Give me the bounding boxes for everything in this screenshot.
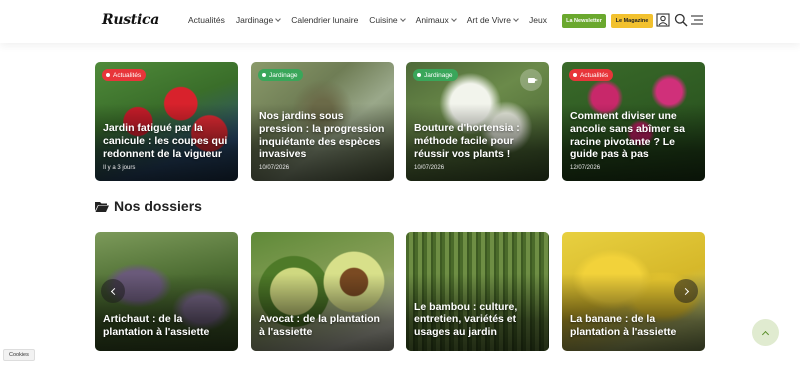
article-title[interactable]: Comment diviser une ancolie sans abîmer …	[570, 110, 699, 161]
dossier-title[interactable]: Artichaut : de la plantation à l'assiett…	[103, 313, 232, 339]
dossier-title[interactable]: Le bambou : culture, entretien, variétés…	[414, 301, 543, 339]
category-badge[interactable]: Jardinage	[413, 69, 458, 81]
nav-item-jardinage[interactable]: Jardinage	[236, 15, 282, 25]
newsletter-button[interactable]: La Newsletter	[562, 14, 606, 28]
section-title-dossiers: Nos dossiers	[95, 198, 202, 214]
article-title[interactable]: Nos jardins sous pression : la progressi…	[259, 110, 388, 161]
nav-item-art-de-vivre[interactable]: Art de Vivre	[467, 15, 519, 25]
nav-item-cuisine[interactable]: Cuisine	[369, 15, 406, 25]
article-title[interactable]: Bouture d'hortensia : méthode facile pou…	[414, 122, 543, 160]
chevron-down-icon	[399, 16, 406, 22]
dossier-card[interactable]: Le bambou : culture, entretien, variétés…	[406, 232, 549, 351]
article-date: 10/07/2026	[259, 165, 290, 171]
menu-icon[interactable]	[690, 13, 704, 27]
article-card[interactable]: Actualités Comment diviser une ancolie s…	[562, 62, 705, 181]
video-camera-icon	[520, 69, 542, 91]
dossier-title[interactable]: Avocat : de la plantation à l'assiette	[259, 313, 388, 339]
dossier-title[interactable]: La banane : de la plantation à l'assiett…	[570, 313, 699, 339]
main-nav: Actualités Jardinage Calendrier lunaire …	[188, 15, 558, 25]
category-badge[interactable]: Actualités	[102, 69, 147, 81]
nav-item-animaux[interactable]: Animaux	[416, 15, 457, 25]
article-date: Il y a 3 jours	[103, 165, 136, 171]
chevron-right-icon	[681, 287, 689, 295]
article-card[interactable]: Jardinage Bouture d'hortensia : méthode …	[406, 62, 549, 181]
dossier-card[interactable]: Avocat : de la plantation à l'assiette	[251, 232, 394, 351]
chevron-down-icon	[275, 16, 282, 22]
site-logo[interactable]: Rustica	[102, 12, 159, 28]
search-icon[interactable]	[674, 13, 688, 27]
article-date: 12/07/2026	[570, 165, 601, 171]
nav-item-actualites[interactable]: Actualités	[188, 15, 225, 25]
category-badge[interactable]: Actualités	[569, 69, 614, 81]
article-card[interactable]: Jardinage Nos jardins sous pression : la…	[251, 62, 394, 181]
scroll-to-top-button[interactable]	[752, 319, 779, 346]
carousel-prev-button[interactable]	[101, 279, 125, 303]
category-badge[interactable]: Jardinage	[258, 69, 303, 81]
folder-open-icon	[95, 201, 109, 212]
article-date: 10/07/2026	[414, 165, 445, 171]
arrow-up-icon	[761, 330, 770, 338]
user-account-icon[interactable]	[656, 13, 670, 27]
nav-item-calendrier-lunaire[interactable]: Calendrier lunaire	[291, 15, 358, 25]
nav-item-jeux[interactable]: Jeux	[529, 15, 547, 25]
chevron-down-icon	[513, 16, 519, 22]
chevron-down-icon	[450, 16, 457, 22]
article-title[interactable]: Jardin fatigué par la canicule : les cou…	[103, 122, 232, 160]
carousel-next-button[interactable]	[674, 279, 698, 303]
article-card[interactable]: Actualités Jardin fatigué par la canicul…	[95, 62, 238, 181]
cookies-button[interactable]: Cookies	[3, 349, 35, 361]
chevron-left-icon	[110, 287, 118, 295]
site-header: Rustica Actualités Jardinage Calendrier …	[0, 0, 800, 43]
magazine-button[interactable]: Le Magazine	[611, 14, 653, 28]
